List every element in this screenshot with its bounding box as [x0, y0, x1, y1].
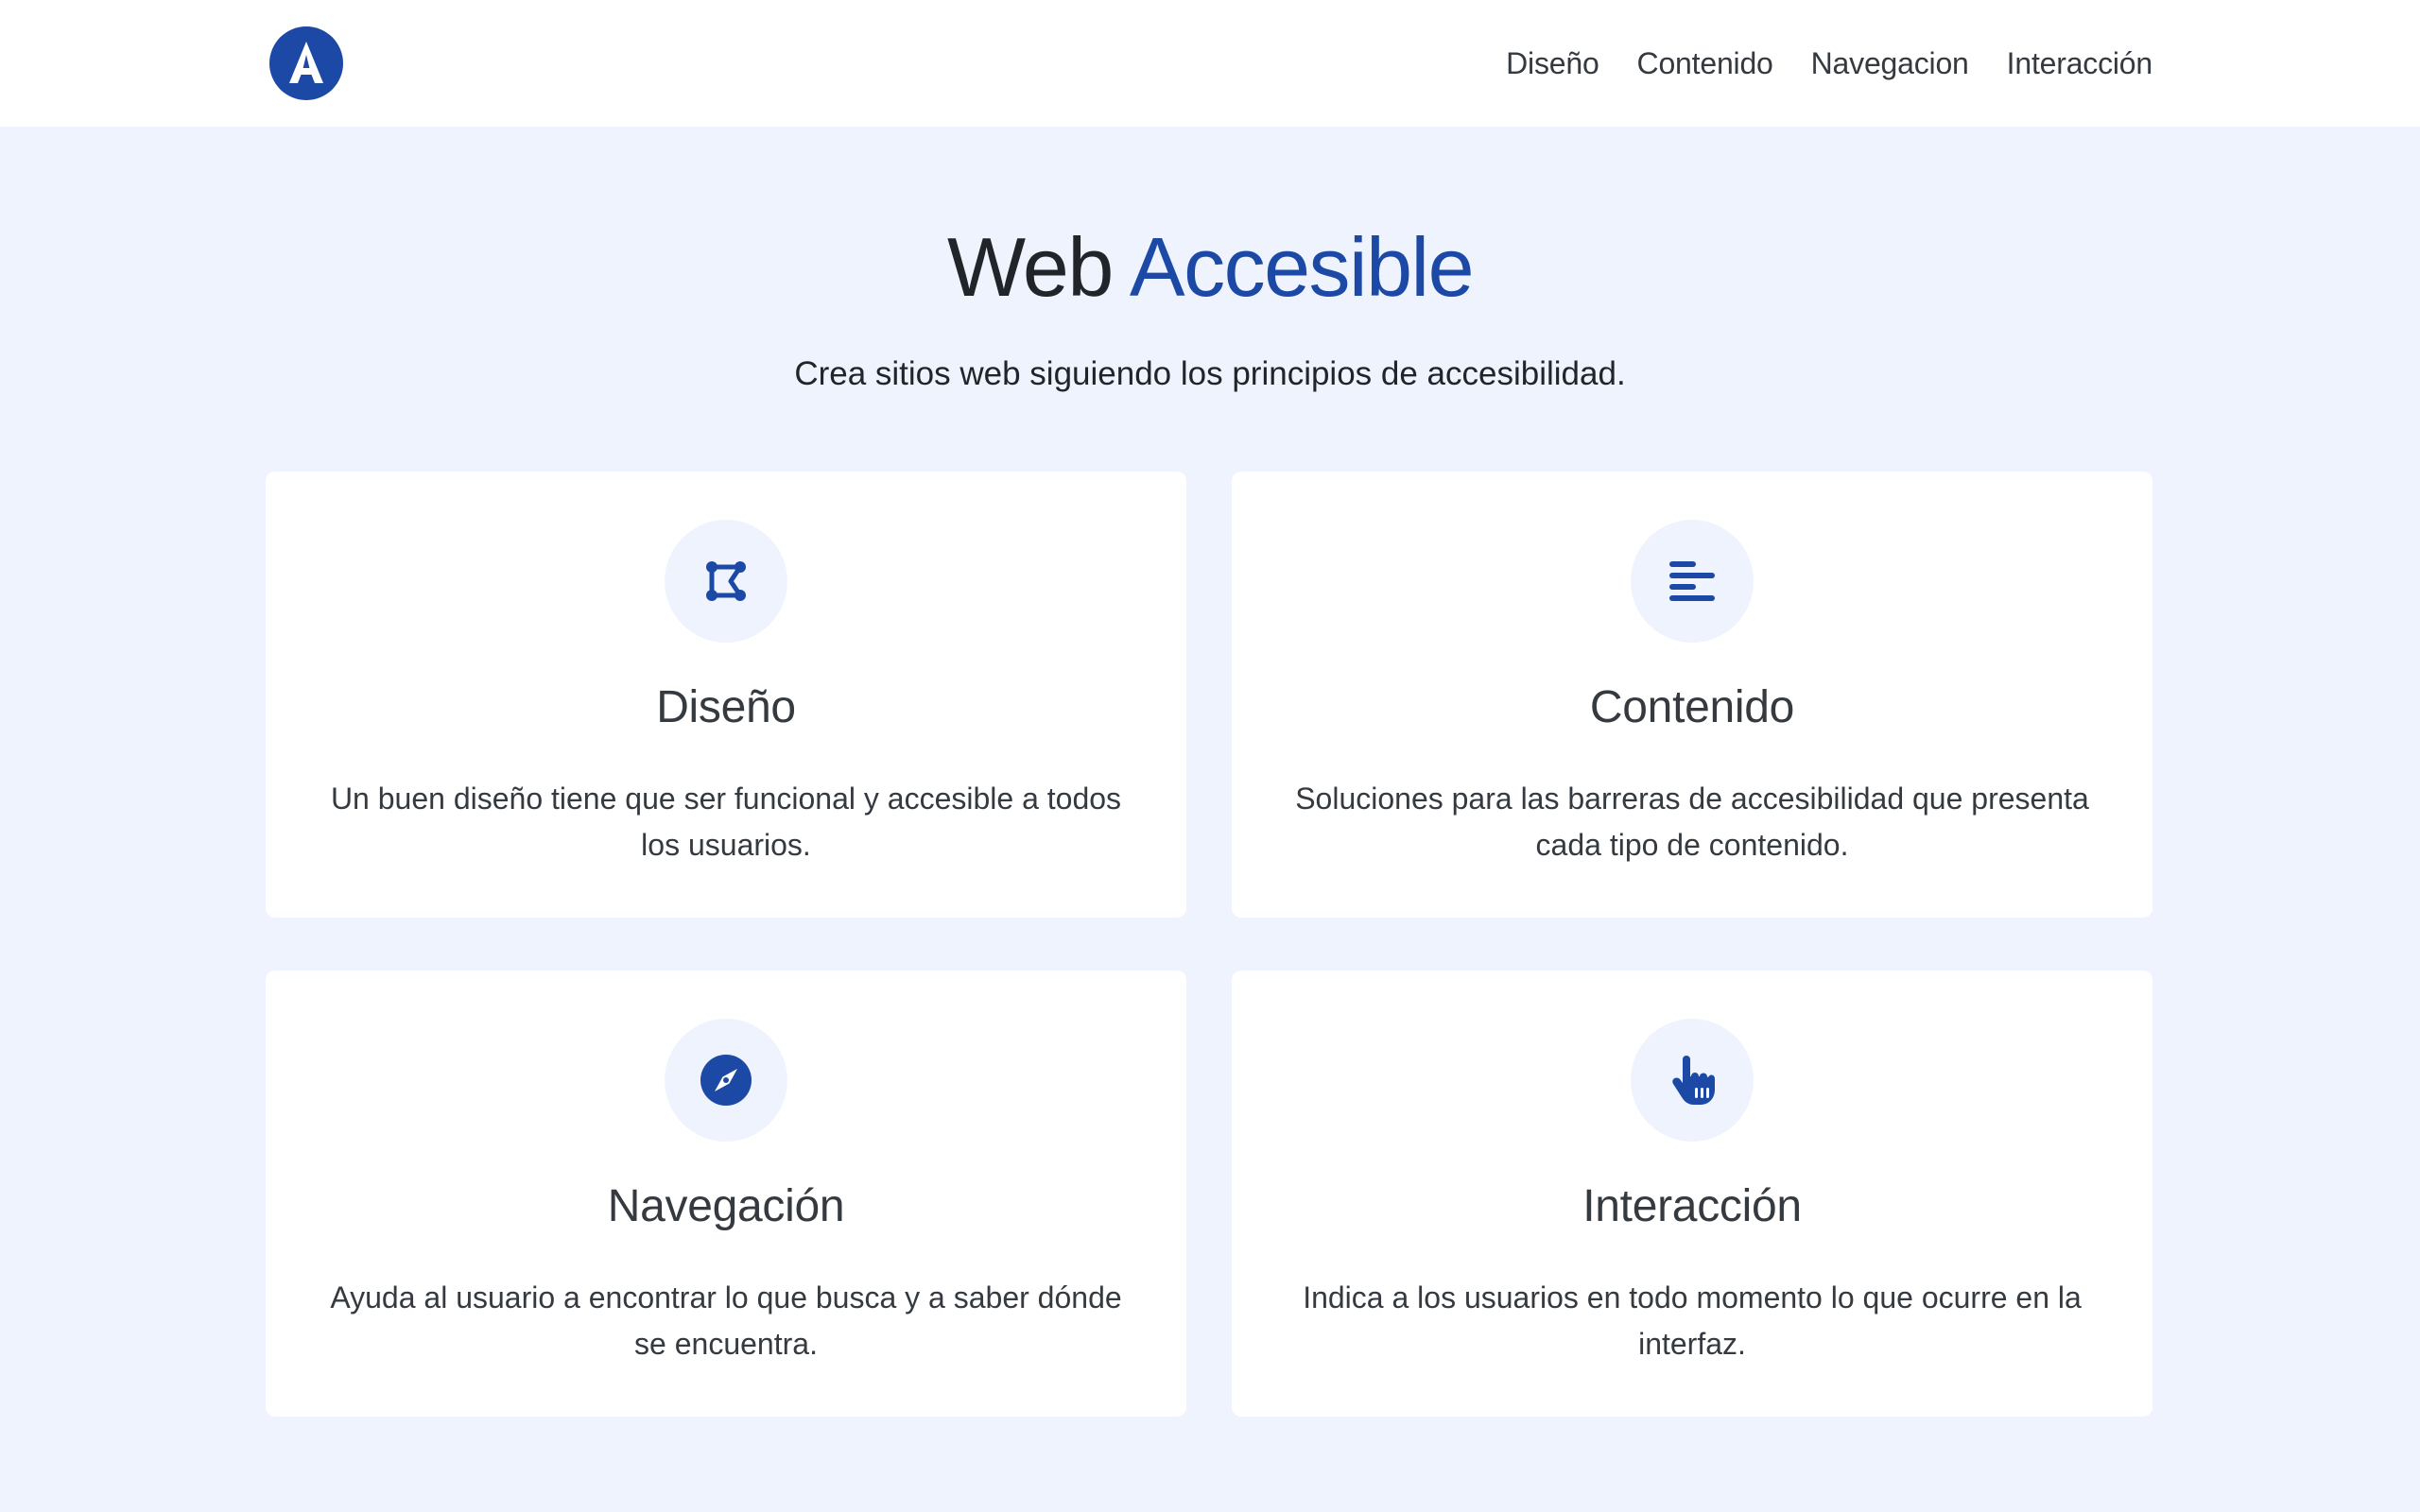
card-contenido[interactable]: Contenido Soluciones para las barreras d…	[1232, 472, 2152, 918]
title-word-accesible: Accesible	[1129, 220, 1475, 314]
nav-link-diseno[interactable]: Diseño	[1506, 46, 1599, 81]
card-text: Ayuda al usuario a encontrar lo que busc…	[330, 1280, 1122, 1361]
logo-link[interactable]	[269, 26, 343, 100]
nav-link-contenido[interactable]: Contenido	[1637, 46, 1773, 81]
card-icon-circle	[665, 520, 787, 643]
card-text: Indica a los usuarios en todo momento lo…	[1303, 1280, 2082, 1361]
site-header: Diseño Contenido Navegacion Interacción	[0, 0, 2420, 127]
compass-icon	[700, 1055, 752, 1106]
page-title: Web Accesible	[0, 219, 2420, 316]
card-text: Soluciones para las barreras de accesibi…	[1295, 782, 2089, 862]
card-icon-circle	[1631, 1019, 1754, 1142]
card-diseno[interactable]: Diseño Un buen diseño tiene que ser func…	[266, 472, 1186, 918]
hand-pointer-icon	[1672, 1056, 1715, 1105]
vector-shape-icon	[706, 561, 746, 601]
card-icon-circle	[665, 1019, 787, 1142]
nav-link-navegacion[interactable]: Navegacion	[1811, 46, 1969, 81]
main-nav: Diseño Contenido Navegacion Interacción	[1506, 0, 2152, 127]
card-title: Navegación	[607, 1181, 845, 1231]
nav-link-interaccion[interactable]: Interacción	[2007, 46, 2153, 81]
title-word-web: Web	[946, 220, 1114, 314]
card-icon-circle	[1631, 520, 1754, 643]
card-title: Interacción	[1582, 1181, 1802, 1231]
card-title: Contenido	[1589, 682, 1795, 732]
page-subtitle: Crea sitios web siguiendo los principios…	[794, 355, 1626, 392]
card-title: Diseño	[656, 682, 796, 732]
align-left-icon	[1669, 561, 1715, 601]
card-navegacion[interactable]: Navegación Ayuda al usuario a encontrar …	[266, 971, 1186, 1417]
accessibility-a-logo-icon	[269, 26, 343, 100]
card-interaccion[interactable]: Interacción Indica a los usuarios en tod…	[1232, 971, 2152, 1417]
card-text: Un buen diseño tiene que ser funcional y…	[330, 782, 1122, 862]
